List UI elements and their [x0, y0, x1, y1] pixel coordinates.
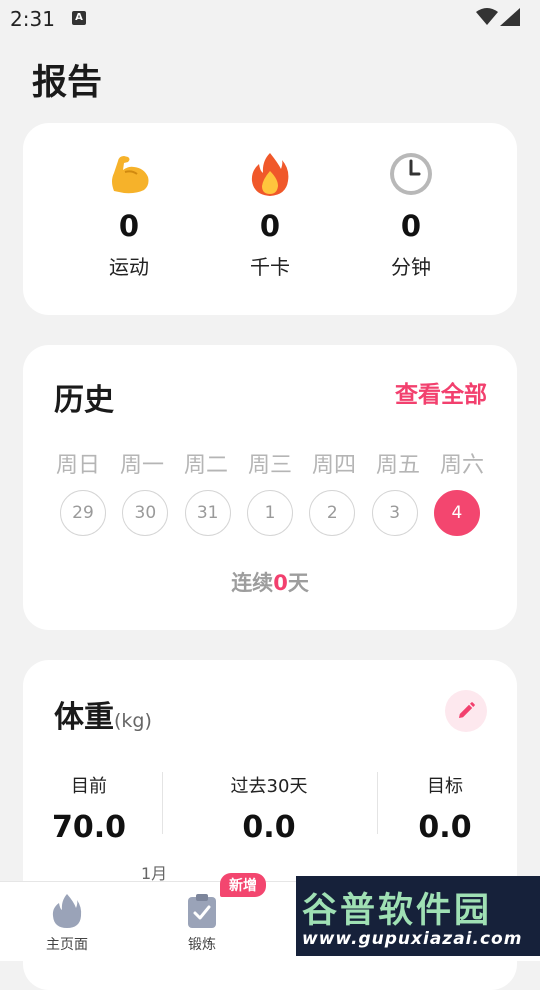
weekday-label: 周二 [183, 453, 228, 478]
clock-icon [390, 153, 432, 195]
weekday-label: 周四 [311, 453, 356, 478]
flame-icon [52, 894, 82, 928]
stat-exercise-value: 0 [118, 209, 140, 243]
day-row: 29 30 31 1 2 3 4 [60, 490, 480, 536]
tab-home-label: 主页面 [46, 937, 88, 953]
streak-text: 连续0天 [23, 567, 517, 597]
weekday-label: 周六 [439, 453, 484, 478]
watermark: 谷普软件园 www.gupuxiazai.com [296, 876, 540, 956]
watermark-url: www.gupuxiazai.com [302, 929, 523, 949]
flexed-biceps-icon [112, 156, 149, 194]
notification-icon: A [72, 11, 86, 25]
streak-suffix: 天 [287, 571, 309, 595]
stat-calories-value: 0 [259, 209, 281, 243]
status-time: 2:31 [10, 7, 55, 31]
weight-last-30-days-value: 0.0 [242, 810, 296, 845]
stat-calories: 0 千卡 [210, 149, 330, 280]
day-cell[interactable]: 1 [246, 490, 293, 536]
weight-current-label: 目前 [71, 776, 107, 797]
stat-exercise: 0 运动 [69, 149, 189, 280]
day-cell[interactable]: 3 [371, 490, 418, 536]
stat-minutes-value: 0 [400, 209, 422, 243]
weekday-label: 周三 [247, 453, 292, 478]
streak-count: 0 [273, 571, 288, 595]
stat-minutes-label: 分钟 [391, 255, 431, 279]
history-card: 历史 查看全部 周日 周一 周二 周三 周四 周五 周六 29 30 31 1 … [23, 345, 517, 630]
weekday-label: 周五 [375, 453, 420, 478]
streak-prefix: 连续 [231, 571, 274, 595]
watermark-title: 谷普软件园 [302, 891, 493, 931]
day-cell[interactable]: 29 [60, 490, 106, 536]
weight-goal-label: 目标 [427, 776, 463, 797]
weight-current-value: 70.0 [51, 810, 127, 845]
tab-workout[interactable]: 锻炼 [157, 890, 247, 954]
signal-icon [500, 8, 520, 26]
new-badge: 新增 [220, 873, 266, 897]
tab-home[interactable]: 主页面 [22, 890, 112, 954]
wifi-icon [476, 8, 498, 25]
weight-current: 目前 70.0 [19, 772, 159, 845]
stat-exercise-label: 运动 [109, 255, 149, 279]
weight-last-30-days: 过去30天 0.0 [199, 772, 339, 845]
weekday-label: 周一 [119, 453, 164, 478]
weight-title-text: 体重 [54, 700, 114, 735]
day-cell[interactable]: 2 [309, 490, 356, 536]
stat-minutes: 0 分钟 [351, 149, 471, 280]
stat-calories-label: 千卡 [250, 255, 290, 279]
view-all-link[interactable]: 查看全部 [395, 375, 487, 409]
weight-title: 体重(kg) [54, 692, 152, 736]
weight-goal: 目标 0.0 [375, 772, 515, 845]
weight-unit: (kg) [114, 710, 152, 732]
weight-goal-value: 0.0 [418, 810, 472, 845]
day-cell[interactable]: 30 [122, 490, 169, 536]
divider [162, 772, 163, 834]
weight-last-30-days-label: 过去30天 [230, 776, 308, 797]
stats-card: 0 运动 0 千卡 0 分钟 [23, 123, 517, 315]
fire-icon [251, 153, 289, 196]
pencil-icon [459, 702, 475, 718]
edit-weight-button[interactable] [445, 690, 487, 732]
weekday-row: 周日 周一 周二 周三 周四 周五 周六 [53, 447, 487, 479]
status-bar: 2:31 A [0, 0, 540, 40]
day-cell-today[interactable]: 4 [433, 490, 480, 536]
history-title: 历史 [54, 383, 114, 418]
weekday-label: 周日 [55, 453, 100, 478]
clipboard-check-icon [188, 894, 216, 928]
day-cell[interactable]: 31 [184, 490, 231, 536]
tab-workout-label: 锻炼 [188, 937, 216, 953]
page-title: 报告 [32, 63, 103, 103]
